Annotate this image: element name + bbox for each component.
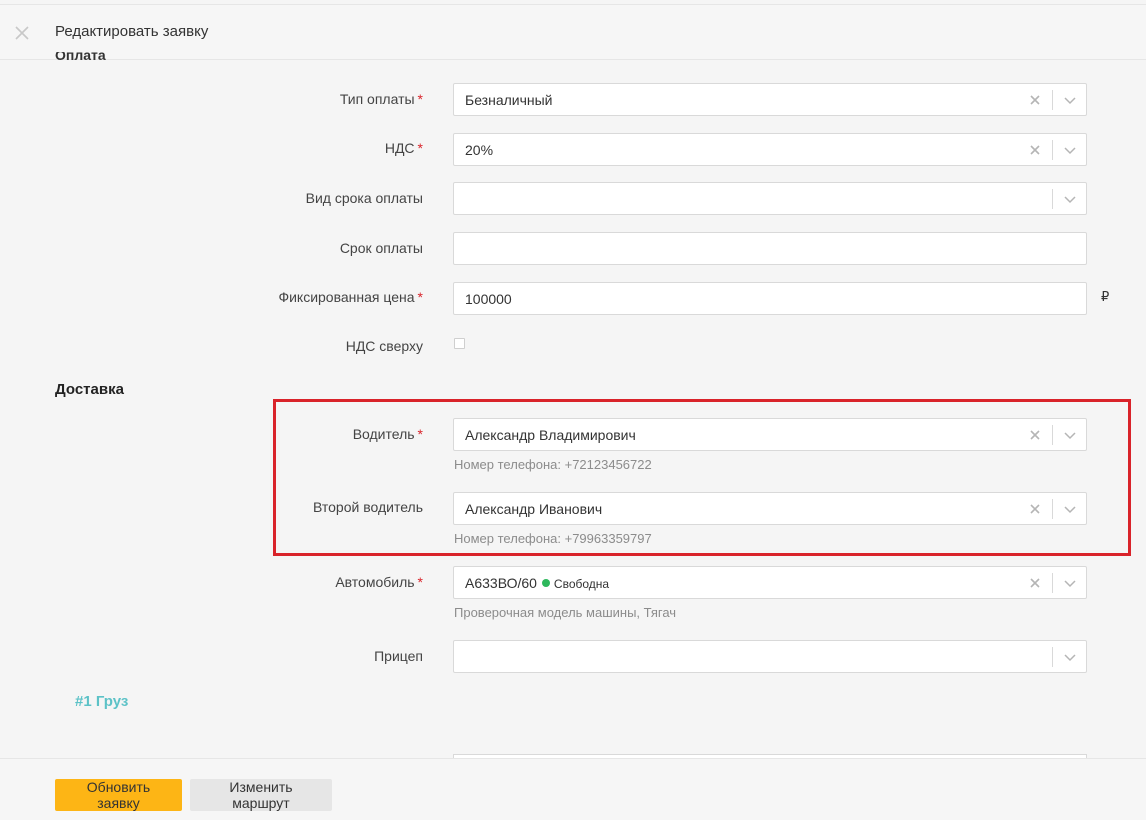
vehicle-model-hint: Проверочная модель машины, Тягач <box>454 605 677 620</box>
vat-select[interactable]: 20% <box>453 133 1087 166</box>
modal-title: Редактировать заявку <box>55 23 209 40</box>
delivery-section-title: Доставка <box>55 381 124 398</box>
cargo-link[interactable]: #1 Груз <box>75 693 128 710</box>
chevron-down-icon[interactable] <box>1062 650 1078 664</box>
payment-term-type-select[interactable] <box>453 182 1087 215</box>
currency-symbol: ₽ <box>1101 289 1110 304</box>
divider <box>1052 140 1053 160</box>
clear-icon[interactable] <box>1028 502 1042 516</box>
chevron-down-icon[interactable] <box>1062 192 1078 206</box>
second-driver-select[interactable]: Александр Иванович <box>453 492 1087 525</box>
status-dot-icon <box>541 579 550 587</box>
driver-label: Водитель * <box>352 426 423 442</box>
vehicle-value: А633ВО/60 Свободна <box>465 575 609 591</box>
vehicle-plate: А633ВО/60 <box>465 575 537 591</box>
divider <box>1052 189 1053 209</box>
payment-type-select[interactable]: Безналичный <box>453 83 1087 116</box>
modal-footer: Обновить заявку Изменить маршрут <box>0 758 1146 820</box>
fixed-price-label: Фиксированная цена * <box>278 289 423 305</box>
divider <box>1052 573 1053 593</box>
trailer-label: Прицеп <box>374 648 423 664</box>
vehicle-status: Свободна <box>553 577 610 591</box>
vat-on-top-label: НДС сверху <box>345 338 423 354</box>
close-icon[interactable] <box>13 24 31 42</box>
divider <box>1052 499 1053 519</box>
divider <box>1052 647 1053 667</box>
chevron-down-icon[interactable] <box>1062 143 1078 157</box>
payment-term-type-label: Вид срока оплаты <box>305 190 423 206</box>
second-driver-label: Второй водитель <box>313 499 423 515</box>
change-route-button[interactable]: Изменить маршрут <box>190 779 332 811</box>
chevron-down-icon[interactable] <box>1062 576 1078 590</box>
clear-icon[interactable] <box>1028 143 1042 157</box>
driver-phone-hint: Номер телефона: +72123456722 <box>454 457 652 472</box>
payment-section-title: Оплата <box>55 52 106 61</box>
vehicle-label: Автомобиль * <box>335 574 423 590</box>
payment-term-label: Срок оплаты <box>339 240 423 256</box>
divider <box>1052 90 1053 110</box>
clear-icon[interactable] <box>1028 428 1042 442</box>
chevron-down-icon[interactable] <box>1062 428 1078 442</box>
fixed-price-input[interactable]: 100000 <box>453 282 1087 315</box>
payment-term-input[interactable] <box>453 232 1087 265</box>
vat-on-top-checkbox[interactable] <box>454 338 465 349</box>
vehicle-select[interactable]: А633ВО/60 Свободна <box>453 566 1087 599</box>
update-request-button[interactable]: Обновить заявку <box>55 779 182 811</box>
vat-label: НДС * <box>384 140 423 156</box>
trailer-select[interactable] <box>453 640 1087 673</box>
clear-icon[interactable] <box>1028 576 1042 590</box>
fixed-price-value: 100000 <box>465 291 512 307</box>
divider <box>1052 425 1053 445</box>
second-driver-value: Александр Иванович <box>465 501 603 517</box>
driver-value: Александр Владимирович <box>465 427 636 443</box>
payment-type-label: Тип оплаты * <box>339 91 423 107</box>
payment-type-value: Безналичный <box>465 92 553 108</box>
chevron-down-icon[interactable] <box>1062 502 1078 516</box>
modal-header: Редактировать заявку <box>0 4 1146 60</box>
chevron-down-icon[interactable] <box>1062 93 1078 107</box>
driver-select[interactable]: Александр Владимирович <box>453 418 1087 451</box>
clear-icon[interactable] <box>1028 93 1042 107</box>
second-driver-phone-hint: Номер телефона: +79963359797 <box>454 531 652 546</box>
vat-value: 20% <box>465 142 494 158</box>
